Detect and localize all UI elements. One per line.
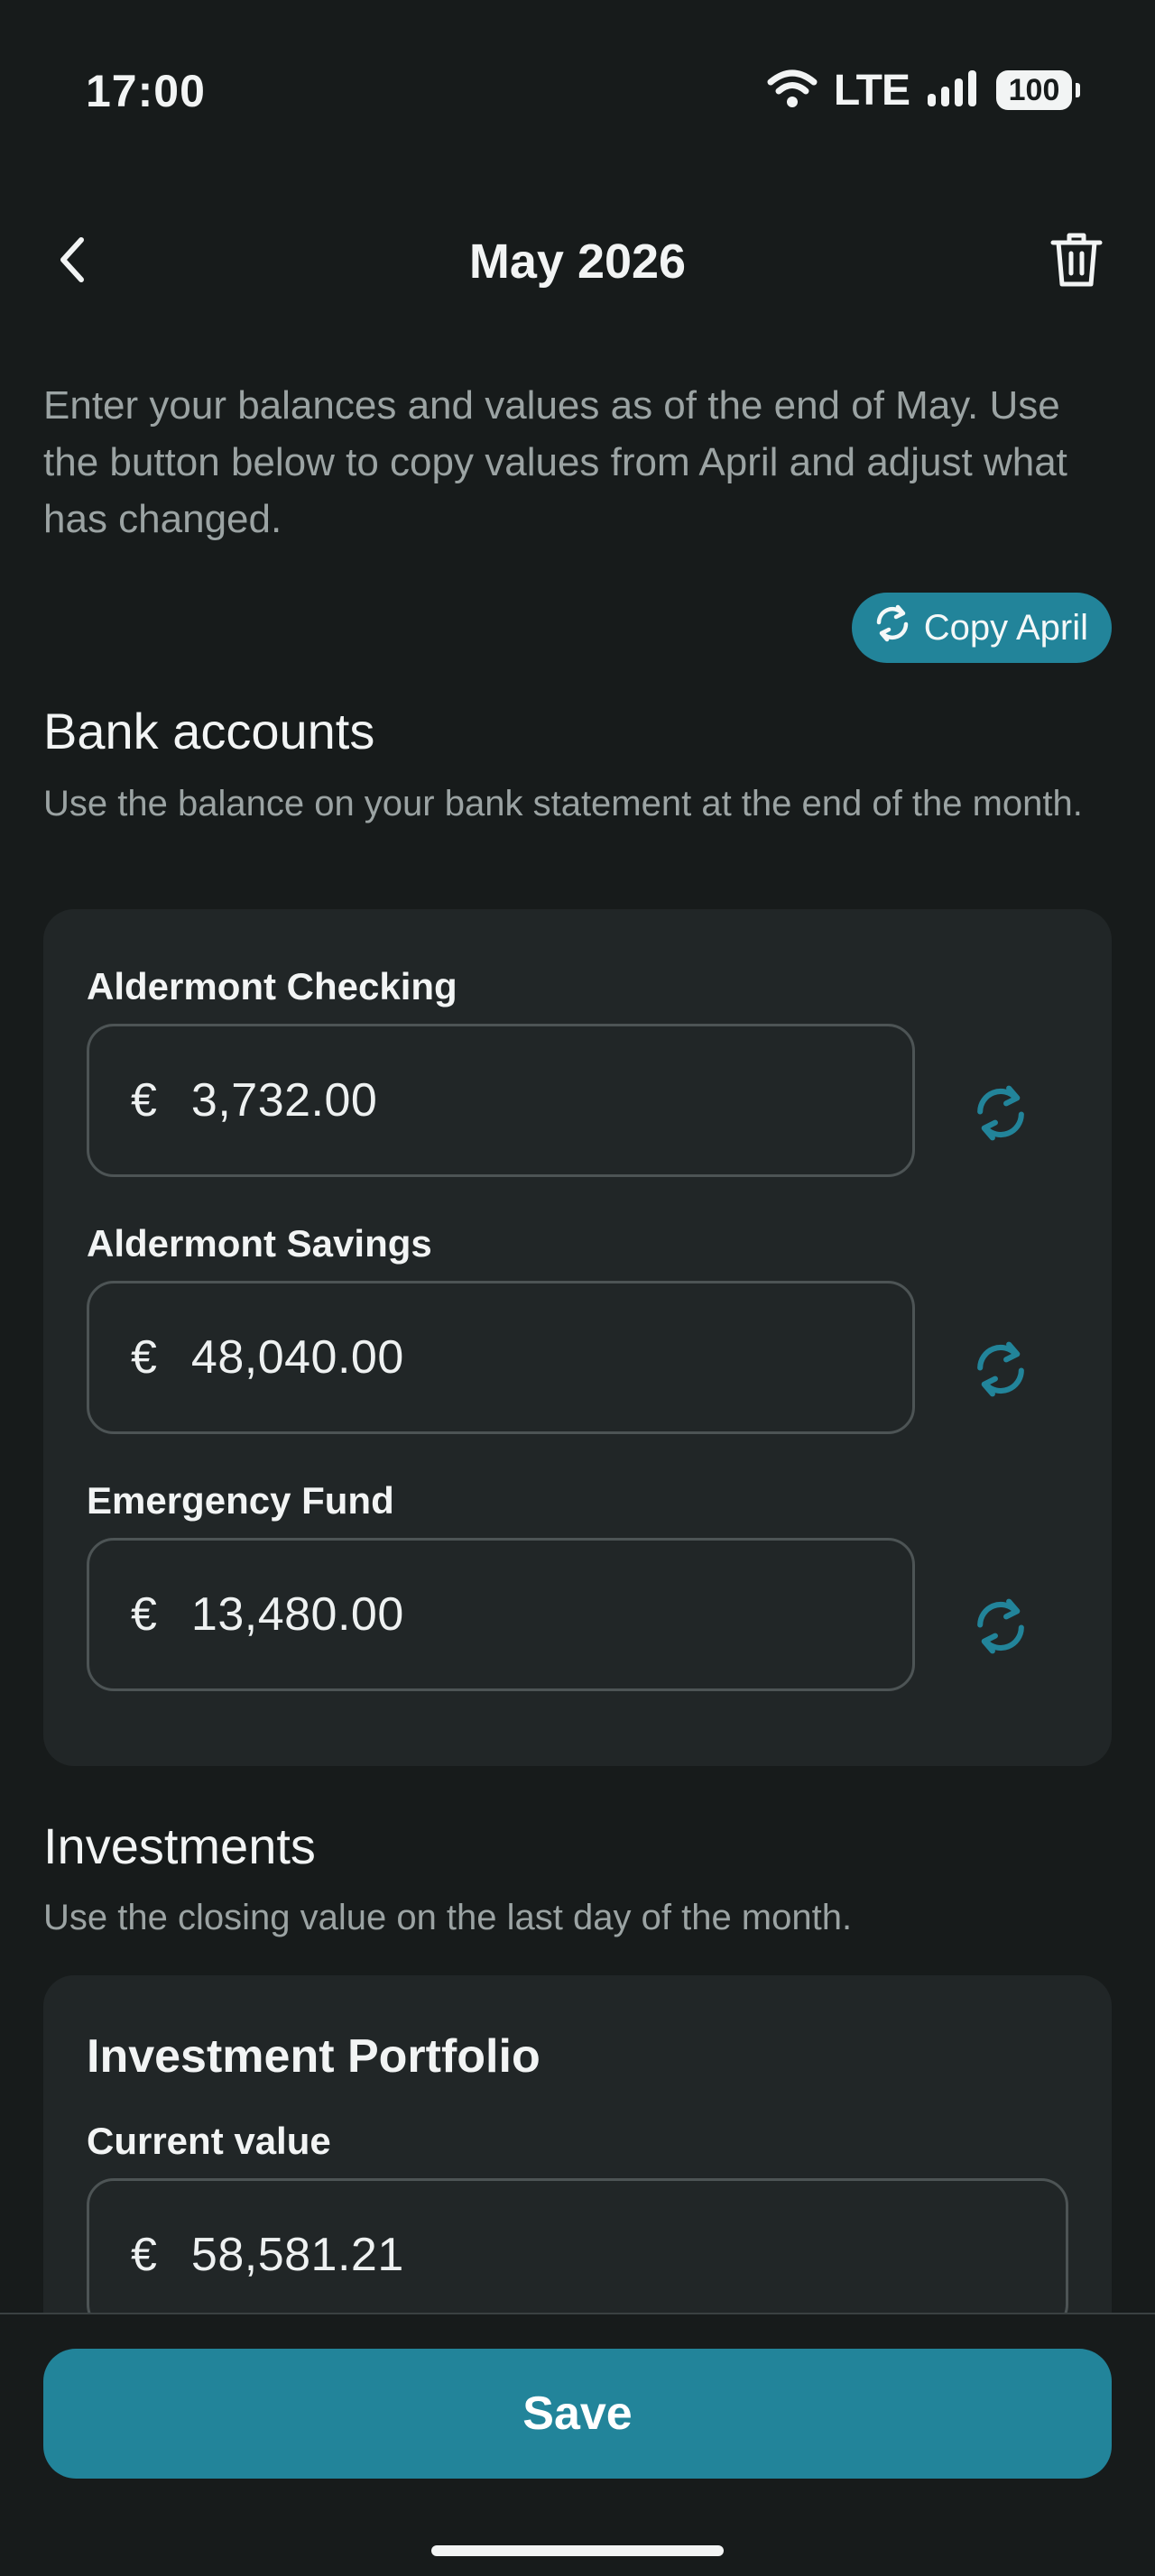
wifi-icon bbox=[767, 68, 818, 114]
current-value-value: 58,581.21 bbox=[190, 2229, 404, 2281]
currency-symbol: € bbox=[131, 1331, 157, 1384]
account-balance-input[interactable]: € 3,732.00 bbox=[87, 1024, 915, 1177]
account-balance-input[interactable]: € 13,480.00 bbox=[87, 1538, 915, 1691]
currency-symbol: € bbox=[131, 2229, 157, 2281]
status-icons: LTE 100 bbox=[767, 66, 1080, 115]
account-balance-input[interactable]: € 48,040.00 bbox=[87, 1281, 915, 1434]
account-balance-value: 48,040.00 bbox=[190, 1331, 404, 1384]
page-title: May 2026 bbox=[468, 235, 687, 289]
investments-title: Investments bbox=[43, 1817, 316, 1874]
bank-accounts-description: Use the balance on your bank statement a… bbox=[43, 784, 1083, 823]
currency-symbol: € bbox=[131, 1074, 157, 1127]
chevron-left-icon bbox=[54, 235, 90, 290]
bank-accounts-title: Bank accounts bbox=[43, 703, 375, 759]
account-label: Emergency Fund bbox=[87, 1479, 394, 1522]
current-value-input[interactable]: € 58,581.21 bbox=[87, 2178, 1068, 2332]
copy-previous-button[interactable] bbox=[956, 1070, 1046, 1160]
back-button[interactable] bbox=[34, 224, 110, 299]
trash-icon bbox=[1049, 230, 1104, 294]
account-label: Aldermont Savings bbox=[87, 1222, 432, 1265]
status-time: 17:00 bbox=[86, 66, 206, 116]
copy-previous-button[interactable] bbox=[956, 1583, 1046, 1673]
currency-symbol: € bbox=[131, 1588, 157, 1641]
signal-icon bbox=[926, 69, 980, 113]
portfolio-title: Investment Portfolio bbox=[87, 2030, 541, 2083]
status-bar: 17:00 LTE 100 bbox=[0, 0, 1155, 180]
battery-icon: 100 bbox=[996, 70, 1080, 110]
home-indicator bbox=[431, 2545, 724, 2556]
copy-april-label: Copy April bbox=[923, 607, 1088, 648]
account-balance-value: 3,732.00 bbox=[190, 1074, 378, 1127]
intro-text: Enter your balances and values as of the… bbox=[43, 383, 1067, 541]
refresh-icon bbox=[872, 603, 913, 653]
nav-bar: May 2026 bbox=[0, 207, 1155, 316]
bank-accounts-card: Aldermont Checking € 3,732.00 Aldermont … bbox=[43, 909, 1112, 1766]
investments-description: Use the closing value on the last day of… bbox=[43, 1898, 853, 1937]
refresh-icon bbox=[969, 1338, 1032, 1405]
copy-april-button[interactable]: Copy April bbox=[851, 593, 1112, 663]
refresh-icon bbox=[969, 1081, 1032, 1149]
save-button[interactable]: Save bbox=[43, 2349, 1112, 2479]
current-value-label: Current value bbox=[87, 2120, 331, 2162]
delete-button[interactable] bbox=[1039, 224, 1114, 299]
account-balance-value: 13,480.00 bbox=[190, 1588, 404, 1641]
copy-previous-button[interactable] bbox=[956, 1326, 1046, 1416]
refresh-icon bbox=[969, 1595, 1032, 1662]
bottom-bar: Save bbox=[0, 2313, 1155, 2576]
account-label: Aldermont Checking bbox=[87, 965, 457, 1007]
network-type: LTE bbox=[833, 66, 910, 115]
